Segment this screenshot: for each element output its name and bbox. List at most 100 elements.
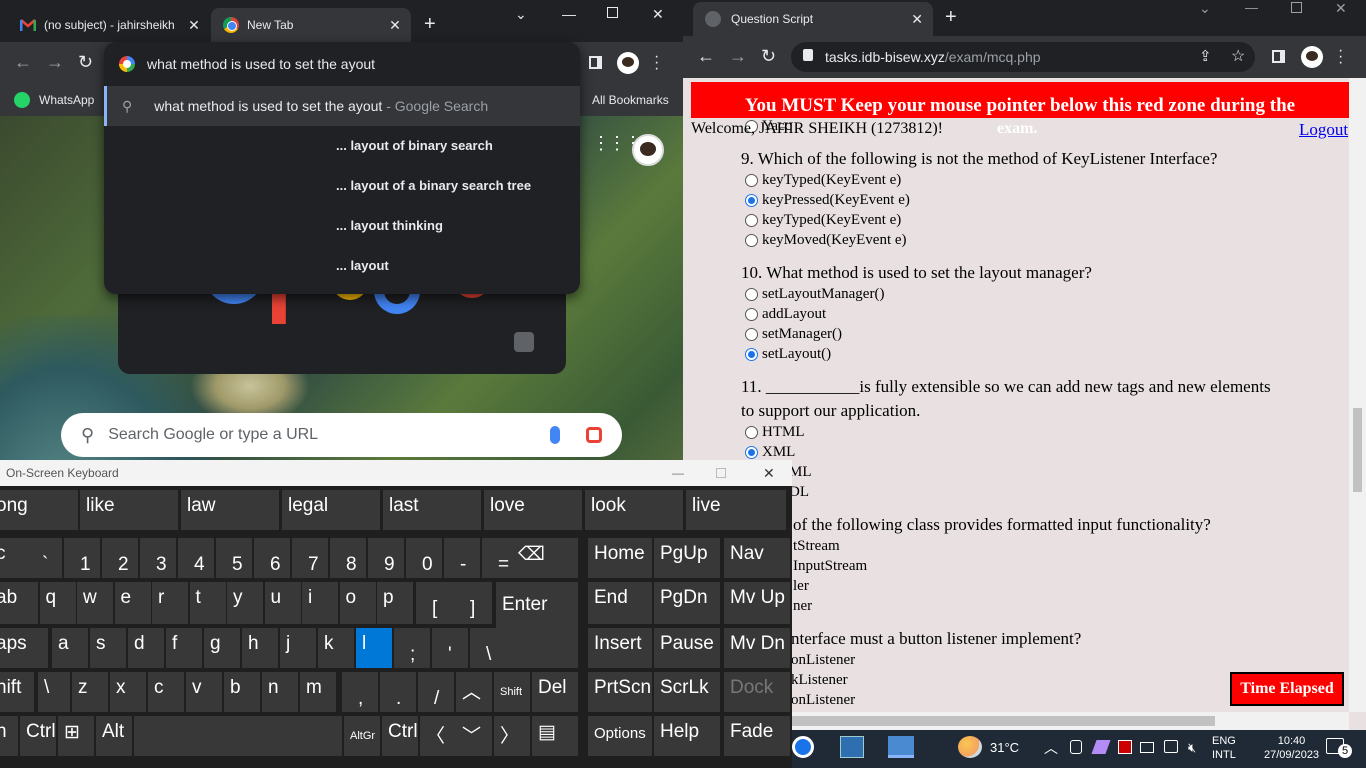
address-bar[interactable]: tasks.idb-bisew.xyz/exam/mcq.php ⇪ ☆ bbox=[791, 42, 1255, 72]
key[interactable]: r bbox=[152, 582, 188, 624]
key[interactable]: 2 bbox=[102, 538, 138, 578]
weather-temp[interactable]: 31°C bbox=[990, 740, 1019, 755]
key[interactable]: ; bbox=[394, 628, 430, 668]
new-tab-button[interactable]: + bbox=[945, 6, 957, 29]
key-ctrl[interactable]: Ctrl bbox=[20, 716, 56, 756]
key-nav-14[interactable]: Fade bbox=[724, 716, 790, 756]
option[interactable]: setLayout() bbox=[745, 346, 831, 363]
key-altgr[interactable]: AltGr bbox=[344, 716, 380, 756]
radio-button[interactable] bbox=[745, 174, 758, 187]
key-backspace[interactable]: ⌫ bbox=[512, 538, 578, 578]
key-nav-1[interactable]: PgUp bbox=[654, 538, 720, 578]
prediction-1[interactable]: like bbox=[80, 490, 178, 530]
share-icon[interactable]: ⇪ bbox=[1199, 47, 1212, 65]
key[interactable]: t bbox=[189, 582, 226, 624]
logout-link[interactable]: Logout bbox=[1299, 120, 1348, 140]
key[interactable]: g bbox=[204, 628, 240, 668]
key[interactable]: f bbox=[166, 628, 202, 668]
key-nav-8[interactable]: Mv Dn bbox=[724, 628, 790, 668]
side-panel-icon[interactable] bbox=[1272, 50, 1285, 63]
key-up-arrow[interactable]: ︿ bbox=[456, 672, 492, 712]
app-icon[interactable] bbox=[888, 736, 914, 758]
radio-button[interactable] bbox=[745, 348, 758, 361]
tray-icon[interactable] bbox=[1070, 740, 1082, 754]
key[interactable]: k bbox=[318, 628, 354, 668]
key[interactable]: 0 bbox=[406, 538, 442, 578]
forward-icon[interactable]: → bbox=[729, 46, 747, 67]
radio-button[interactable] bbox=[745, 194, 758, 207]
key-ctrl[interactable]: Ctrl bbox=[382, 716, 418, 756]
address-input[interactable]: what method is used to set the ayout bbox=[147, 56, 375, 72]
key[interactable]: 1 bbox=[64, 538, 100, 578]
key[interactable]: p bbox=[377, 582, 413, 624]
google-search-box[interactable]: ⚲ Search Google or type a URL bbox=[61, 413, 622, 457]
key[interactable]: \ bbox=[38, 672, 70, 712]
key[interactable]: m bbox=[300, 672, 336, 712]
avatar[interactable] bbox=[1301, 46, 1323, 68]
key[interactable]: - bbox=[444, 538, 480, 578]
option[interactable]: setLayoutManager() bbox=[745, 286, 884, 303]
key[interactable]: s bbox=[90, 628, 126, 668]
key[interactable]: u bbox=[264, 582, 301, 624]
tab-new-tab[interactable]: New Tab ✕ bbox=[211, 8, 411, 42]
key-nav-12[interactable]: Options bbox=[588, 716, 652, 756]
key-nav-6[interactable]: Insert bbox=[588, 628, 652, 668]
forward-icon[interactable]: → bbox=[46, 52, 64, 73]
tray-icon[interactable] bbox=[1118, 740, 1132, 754]
reload-icon[interactable]: ↻ bbox=[761, 46, 776, 67]
menu-icon[interactable]: · · · bbox=[654, 49, 659, 77]
key-nav-0[interactable]: Home bbox=[588, 538, 652, 578]
suggestion-item[interactable]: ... layout thinking bbox=[336, 218, 443, 233]
option[interactable]: keyMoved(KeyEvent e) bbox=[745, 232, 907, 249]
key[interactable]: 8 bbox=[330, 538, 366, 578]
key[interactable]: o bbox=[339, 582, 376, 624]
tab-gmail[interactable]: (no subject) - jahirsheikh ✕ bbox=[8, 8, 210, 42]
key[interactable]: [ bbox=[416, 582, 454, 624]
key[interactable]: n bbox=[262, 672, 298, 712]
tray-icon[interactable] bbox=[1164, 740, 1178, 753]
key[interactable]: 5 bbox=[216, 538, 252, 578]
key-shift[interactable]: Shift bbox=[494, 672, 530, 712]
radio-button[interactable] bbox=[745, 214, 758, 227]
option[interactable]: setManager() bbox=[745, 326, 842, 343]
prediction-0[interactable]: ong bbox=[0, 490, 78, 530]
key[interactable]: 9 bbox=[368, 538, 404, 578]
key-enter[interactable]: Enter bbox=[496, 582, 578, 668]
prediction-7[interactable]: live bbox=[686, 490, 786, 530]
key-tab[interactable]: ab bbox=[0, 582, 38, 624]
key[interactable]: x bbox=[110, 672, 146, 712]
key-nav-4[interactable]: PgDn bbox=[654, 582, 720, 624]
volume-muted-icon[interactable]: 🔇︎ bbox=[1188, 740, 1196, 756]
side-panel-icon[interactable] bbox=[589, 56, 602, 69]
vertical-scrollbar[interactable] bbox=[1349, 78, 1366, 712]
key[interactable]: \ bbox=[470, 628, 506, 668]
network-icon[interactable] bbox=[1140, 742, 1154, 753]
key[interactable]: a bbox=[52, 628, 88, 668]
option[interactable]: HTML bbox=[745, 424, 805, 441]
key-right-arrow[interactable]: 〉 bbox=[494, 716, 530, 756]
minimize-icon[interactable]: — bbox=[672, 460, 684, 486]
lens-icon[interactable] bbox=[586, 427, 602, 443]
radio-button[interactable] bbox=[745, 328, 758, 341]
option[interactable]: ner bbox=[793, 598, 812, 615]
menu-key-icon[interactable]: ▤ bbox=[532, 716, 578, 756]
bookmark-whatsapp[interactable]: WhatsApp bbox=[39, 93, 94, 107]
key[interactable]: c bbox=[148, 672, 184, 712]
option[interactable]: keyPressed(KeyEvent e) bbox=[745, 192, 910, 209]
prediction-2[interactable]: law bbox=[181, 490, 279, 530]
share-icon[interactable] bbox=[514, 332, 534, 352]
key[interactable]: z bbox=[72, 672, 108, 712]
close-window-icon[interactable]: ✕ bbox=[652, 6, 664, 23]
option[interactable]: tStream bbox=[793, 538, 840, 555]
key-nav-11[interactable]: Dock bbox=[724, 672, 790, 712]
back-icon[interactable]: ← bbox=[14, 52, 32, 73]
option[interactable]: onListener bbox=[791, 692, 855, 709]
key[interactable]: 4 bbox=[178, 538, 214, 578]
option[interactable]: keyTyped(KeyEvent e) bbox=[745, 172, 901, 189]
option[interactable]: ML bbox=[789, 464, 812, 481]
key-shift[interactable]: hift bbox=[0, 672, 34, 712]
key[interactable]: i bbox=[302, 582, 338, 624]
minimize-icon[interactable]: — bbox=[1245, 0, 1258, 15]
avatar[interactable] bbox=[617, 52, 639, 74]
maximize-icon[interactable] bbox=[1291, 2, 1302, 13]
